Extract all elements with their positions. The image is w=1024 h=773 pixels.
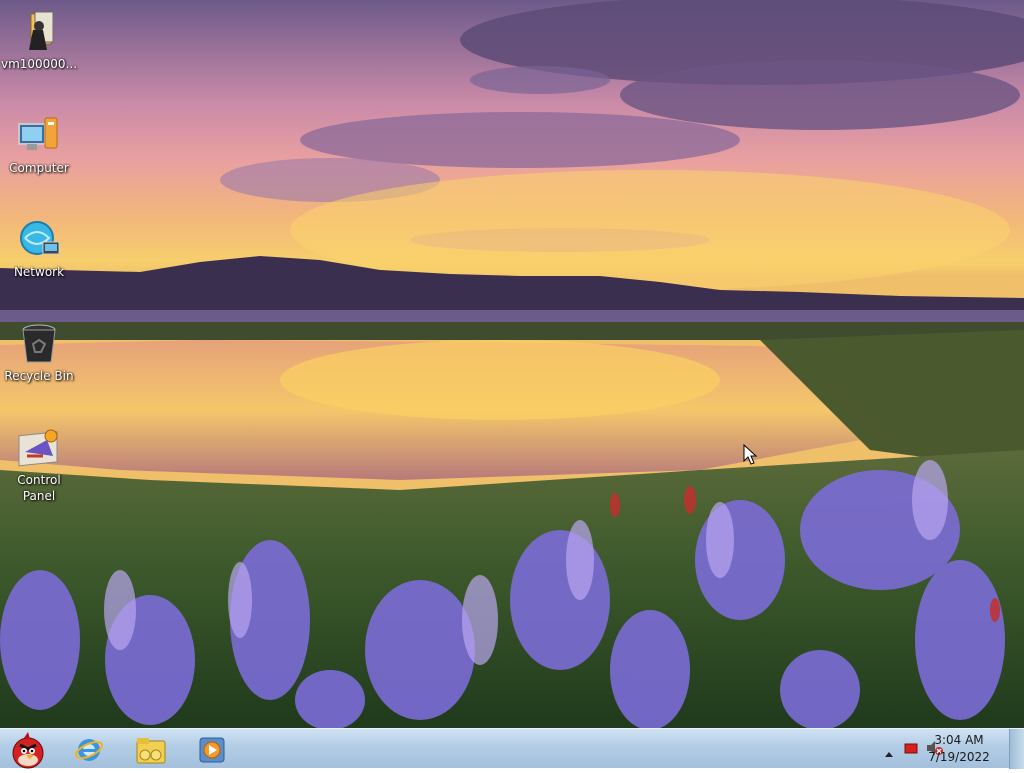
control-panel-icon — [17, 426, 61, 470]
desktop-icon-vm-file[interactable]: vm100000... — [0, 4, 78, 72]
desktop-icon-label: Network — [13, 265, 65, 279]
desktop-icon-label: Recycle Bin — [4, 369, 74, 383]
desktop-icon-label: Computer — [9, 161, 69, 175]
show-hidden-icons-arrow[interactable] — [884, 743, 894, 762]
desktop-icon-label: vm100000... — [0, 57, 78, 71]
file-icon — [17, 10, 61, 54]
taskbar-button-internet-explorer[interactable] — [62, 731, 118, 767]
network-icon — [17, 218, 61, 262]
taskbar-button-angry-birds[interactable] — [0, 731, 56, 769]
recycle-bin-icon — [17, 322, 61, 366]
action-center-flag-icon[interactable] — [904, 741, 918, 760]
taskbar: 3:04 AM 7/19/2022 — [0, 728, 1024, 769]
clock[interactable]: 3:04 AM 7/19/2022 — [924, 732, 994, 766]
taskbar-button-media-player[interactable] — [186, 731, 242, 767]
desktop-icon-label: Control Panel — [17, 473, 61, 503]
show-desktop-button[interactable] — [1009, 729, 1024, 769]
mouse-cursor-icon — [743, 443, 759, 470]
taskbar-button-windows-explorer[interactable] — [124, 731, 180, 767]
folder-icon — [135, 735, 167, 769]
system-tray: 3:04 AM 7/19/2022 — [854, 729, 1024, 769]
desktop-wallpaper — [0, 0, 1024, 728]
ie-icon — [74, 735, 104, 769]
angry-birds-icon — [6, 731, 50, 773]
computer-icon — [17, 114, 61, 158]
desktop-icon-recycle-bin[interactable]: Recycle Bin — [0, 316, 78, 384]
desktop-icon-computer[interactable]: Computer — [0, 108, 78, 176]
clock-date: 7/19/2022 — [928, 750, 990, 764]
media-player-icon — [198, 736, 226, 768]
desktop-icon-control-panel[interactable]: Control Panel — [0, 420, 78, 504]
clock-time: 3:04 AM — [934, 733, 984, 747]
desktop-icon-network[interactable]: Network — [0, 212, 78, 280]
